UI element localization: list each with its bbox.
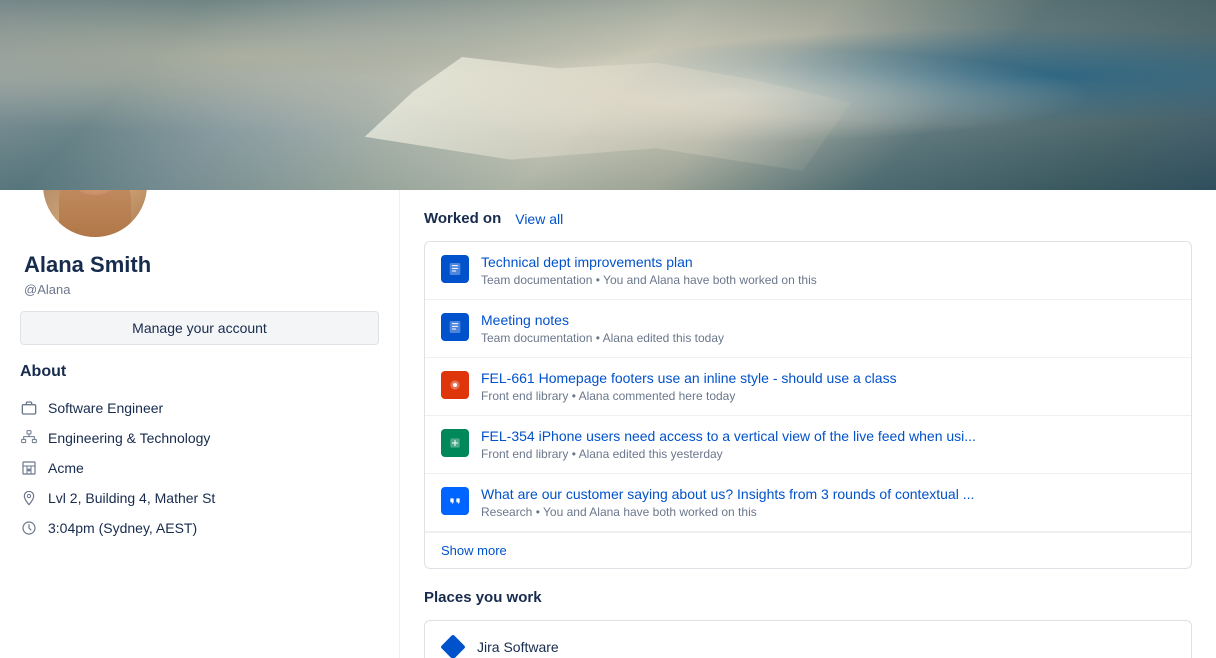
work-item-title: FEL-354 iPhone users need access to a ve… bbox=[481, 428, 1175, 444]
location-text: Lvl 2, Building 4, Mather St bbox=[48, 490, 215, 506]
work-item-content: Meeting notes Team documentation • Alana… bbox=[481, 312, 1175, 345]
page-layout: Alana Smith @Alana Manage your account A… bbox=[0, 190, 1216, 658]
about-item-location: Lvl 2, Building 4, Mather St bbox=[20, 483, 379, 513]
work-item-content: FEL-354 iPhone users need access to a ve… bbox=[481, 428, 1175, 461]
company-text: Acme bbox=[48, 460, 84, 476]
about-title: About bbox=[20, 363, 379, 381]
work-item[interactable]: Technical dept improvements plan Team do… bbox=[425, 242, 1191, 300]
clock-icon bbox=[20, 519, 38, 537]
time-text: 3:04pm (Sydney, AEST) bbox=[48, 520, 197, 536]
work-item-icon-doc bbox=[441, 313, 469, 341]
work-item-icon-doc bbox=[441, 255, 469, 283]
jira-diamond-icon bbox=[440, 634, 465, 658]
work-item-content: FEL-661 Homepage footers use an inline s… bbox=[481, 370, 1175, 403]
user-handle: @Alana bbox=[20, 282, 379, 297]
places-card: Jira Software bbox=[424, 620, 1192, 658]
work-item-meta: Team documentation • You and Alana have … bbox=[481, 273, 1175, 287]
main-content: Worked on View all Technical dept improv… bbox=[400, 190, 1216, 658]
building-icon bbox=[20, 459, 38, 477]
work-item-meta: Team documentation • Alana edited this t… bbox=[481, 331, 1175, 345]
work-item-meta: Front end library • Alana edited this ye… bbox=[481, 447, 1175, 461]
org-chart-icon bbox=[20, 429, 38, 447]
places-title: Places you work bbox=[424, 589, 542, 606]
department-text: Engineering & Technology bbox=[48, 430, 210, 446]
worked-on-header: Worked on View all bbox=[424, 210, 1192, 227]
worked-on-title: Worked on bbox=[424, 210, 501, 227]
work-item-icon-quote bbox=[441, 487, 469, 515]
show-more-button[interactable]: Show more bbox=[425, 532, 1191, 568]
place-item[interactable]: Jira Software bbox=[425, 621, 1191, 658]
jira-icon bbox=[441, 635, 465, 658]
work-item-meta: Research • You and Alana have both worke… bbox=[481, 505, 1175, 519]
manage-account-button[interactable]: Manage your account bbox=[20, 311, 379, 345]
sidebar: Alana Smith @Alana Manage your account A… bbox=[0, 190, 400, 658]
worked-on-card: Technical dept improvements plan Team do… bbox=[424, 241, 1192, 569]
avatar bbox=[40, 190, 150, 240]
cover-photo bbox=[0, 0, 1216, 190]
location-icon bbox=[20, 489, 38, 507]
work-item[interactable]: FEL-354 iPhone users need access to a ve… bbox=[425, 416, 1191, 474]
view-all-link[interactable]: View all bbox=[515, 211, 563, 227]
about-section: About Software Engineer bbox=[20, 363, 379, 543]
place-name: Jira Software bbox=[477, 639, 559, 655]
about-item-time: 3:04pm (Sydney, AEST) bbox=[20, 513, 379, 543]
work-item-icon-issue-red bbox=[441, 371, 469, 399]
work-item-content: What are our customer saying about us? I… bbox=[481, 486, 1175, 519]
about-item-company: Acme bbox=[20, 453, 379, 483]
job-title-text: Software Engineer bbox=[48, 400, 163, 416]
work-item-meta: Front end library • Alana commented here… bbox=[481, 389, 1175, 403]
work-item[interactable]: FEL-661 Homepage footers use an inline s… bbox=[425, 358, 1191, 416]
work-item[interactable]: Meeting notes Team documentation • Alana… bbox=[425, 300, 1191, 358]
about-item-department: Engineering & Technology bbox=[20, 423, 379, 453]
work-item-content: Technical dept improvements plan Team do… bbox=[481, 254, 1175, 287]
work-item[interactable]: What are our customer saying about us? I… bbox=[425, 474, 1191, 532]
work-item-title: FEL-661 Homepage footers use an inline s… bbox=[481, 370, 1175, 386]
work-item-icon-issue-teal bbox=[441, 429, 469, 457]
places-section: Places you work Jira Software bbox=[424, 589, 1192, 658]
work-item-title: What are our customer saying about us? I… bbox=[481, 486, 1175, 502]
work-item-title: Technical dept improvements plan bbox=[481, 254, 1175, 270]
places-header: Places you work bbox=[424, 589, 1192, 606]
briefcase-icon bbox=[20, 399, 38, 417]
about-item-job-title: Software Engineer bbox=[20, 393, 379, 423]
avatar-wrapper bbox=[40, 190, 379, 240]
user-name: Alana Smith bbox=[20, 252, 379, 278]
work-item-title: Meeting notes bbox=[481, 312, 1175, 328]
